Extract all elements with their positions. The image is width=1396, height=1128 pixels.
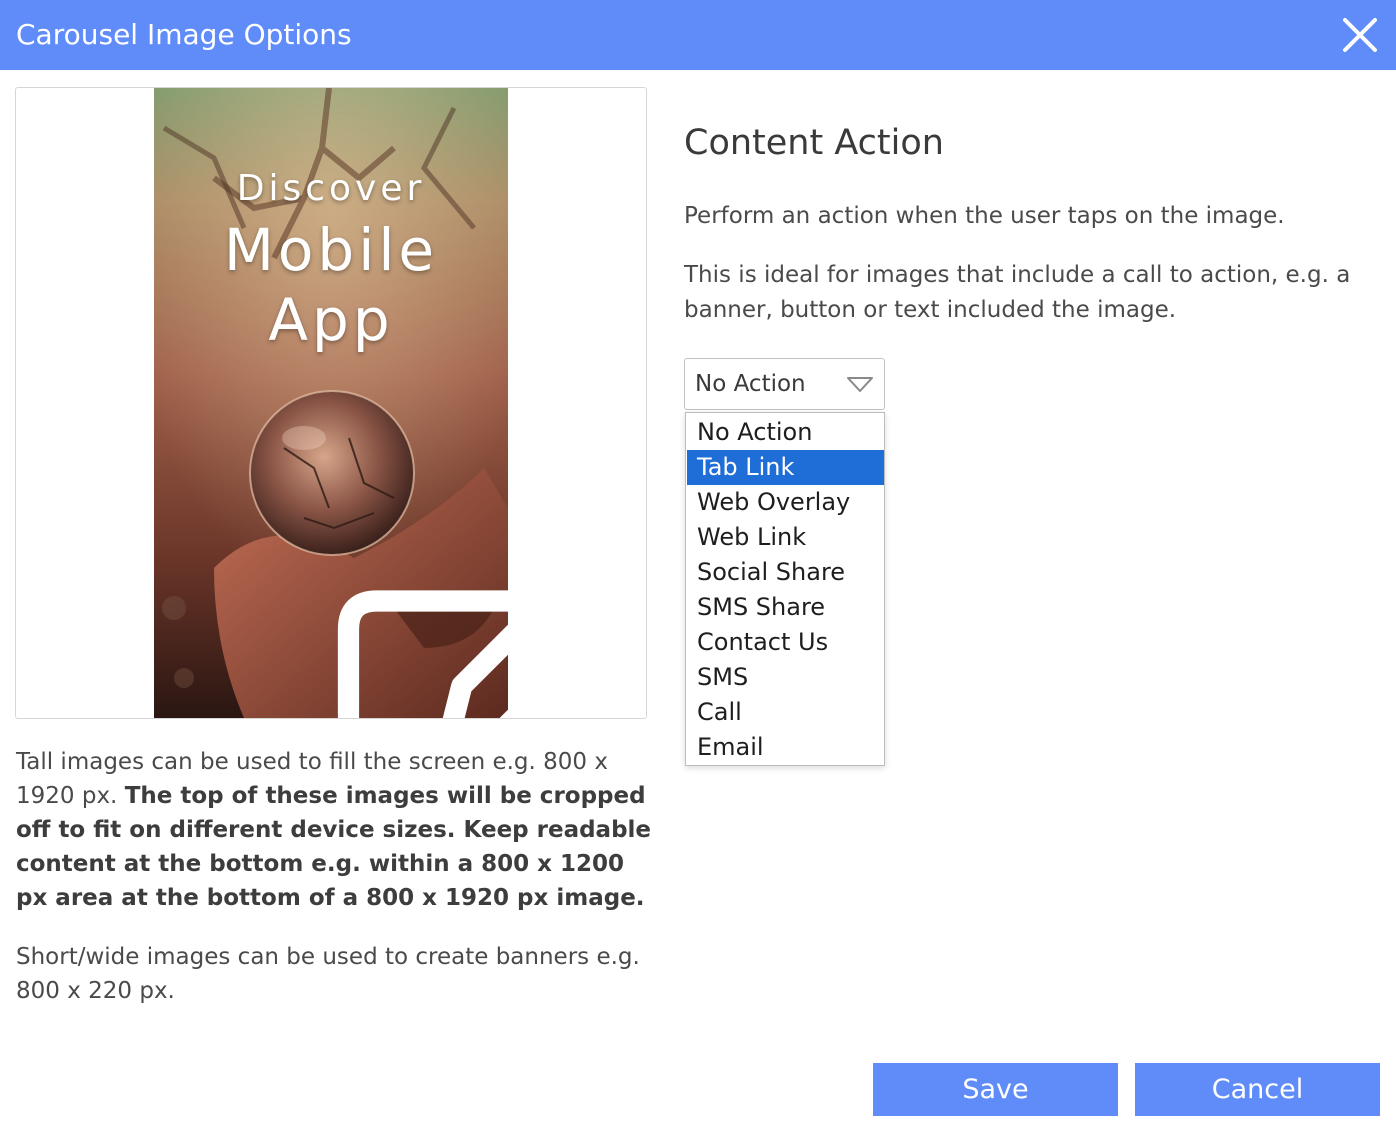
option-sms[interactable]: SMS — [687, 660, 884, 695]
wide-image-help: Short/wide images can be used to create … — [16, 944, 640, 1004]
select-value: No Action — [695, 371, 806, 397]
cancel-button[interactable]: Cancel — [1135, 1063, 1380, 1116]
dialog-title: Carousel Image Options — [16, 18, 352, 51]
chevron-down-icon — [846, 376, 874, 394]
save-button[interactable]: Save — [873, 1063, 1118, 1116]
image-preview-box: Discover Mobile App — [15, 87, 647, 719]
image-text-line-1: Discover — [236, 168, 426, 209]
tall-image-help: Tall images can be used to fill the scre… — [16, 745, 656, 915]
option-web-link[interactable]: Web Link — [687, 520, 884, 555]
content-action-select[interactable]: No Action — [684, 358, 885, 410]
content-action-description: Perform an action when the user taps on … — [684, 203, 1285, 229]
option-call[interactable]: Call — [687, 695, 884, 730]
option-web-overlay[interactable]: Web Overlay — [687, 485, 884, 520]
content-action-hint: This is ideal for images that include a … — [684, 262, 1351, 323]
carousel-image[interactable]: Discover Mobile App — [154, 88, 646, 718]
content-action-heading: Content Action — [684, 123, 944, 163]
image-text-line-2: Mobile — [223, 216, 439, 284]
image-text-line-3: App — [268, 286, 394, 354]
option-sms-share[interactable]: SMS Share — [687, 590, 884, 625]
option-contact-us[interactable]: Contact Us — [687, 625, 884, 660]
option-tab-link[interactable]: Tab Link — [687, 450, 884, 485]
dialog-titlebar: Carousel Image Options — [0, 0, 1396, 70]
option-email[interactable]: Email — [687, 730, 884, 765]
option-no-action[interactable]: No Action — [687, 415, 884, 450]
pencil-square-icon[interactable] — [306, 378, 646, 718]
option-social-share[interactable]: Social Share — [687, 555, 884, 590]
close-icon[interactable] — [1340, 15, 1380, 55]
content-action-options: No Action Tab Link Web Overlay Web Link … — [685, 412, 885, 766]
